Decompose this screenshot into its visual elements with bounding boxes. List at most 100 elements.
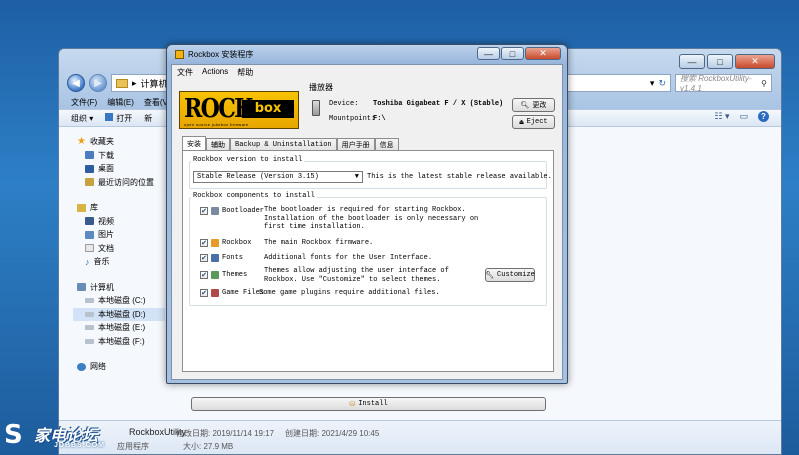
component-bootloader[interactable]: ✔ Bootloader <box>200 207 264 215</box>
open-button[interactable]: 打开 <box>105 112 132 124</box>
refresh-icon[interactable]: ↻ <box>658 78 666 89</box>
eject-icon: ⏏ <box>519 118 524 127</box>
component-desc: Additional fonts for the User Interface. <box>264 254 433 262</box>
component-name: Bootloader <box>222 207 265 215</box>
checkbox-checked[interactable]: ✔ <box>200 271 208 279</box>
dialog-maximize-button[interactable]: □ <box>501 47 524 60</box>
component-rockbox[interactable]: ✔ Rockbox <box>200 239 264 247</box>
minimize-button[interactable]: — <box>679 54 705 69</box>
preview-pane-icon[interactable]: ▭ <box>739 111 748 122</box>
change-label: 更改 <box>532 102 547 110</box>
nav-drive-d[interactable]: 本地磁盘 (D:) <box>73 307 165 321</box>
nav-label: 最近访问的位置 <box>98 177 154 187</box>
recent-places-icon <box>85 178 94 187</box>
checkbox-checked[interactable]: ✔ <box>200 207 208 215</box>
checkbox-checked[interactable]: ✔ <box>200 289 208 297</box>
maximize-button[interactable]: □ <box>707 54 733 69</box>
player-device-icon <box>312 100 320 116</box>
install-tab-panel: Rockbox version to install Stable Releas… <box>182 150 554 411</box>
nav-favorites[interactable]: ★ 收藏夹 <box>77 135 165 149</box>
eject-button[interactable]: ⏏ Eject <box>512 115 555 129</box>
component-desc: Themes allow adjusting the user interfac… <box>264 267 449 284</box>
nav-label: 视频 <box>98 216 114 226</box>
dialog-menu-actions[interactable]: Actions <box>202 67 228 78</box>
component-game-files[interactable]: ✔ Game Files <box>200 289 264 297</box>
breadcrumb-computer[interactable]: 计算机 <box>141 77 168 90</box>
menu-file[interactable]: 文件(F) <box>71 97 97 108</box>
close-button[interactable]: ✕ <box>735 54 775 69</box>
install-button[interactable]: ⛁ Install <box>191 397 546 411</box>
checkbox-checked[interactable]: ✔ <box>200 254 208 262</box>
nav-libraries[interactable]: 库 <box>77 201 165 215</box>
dialog-close-button[interactable]: ✕ <box>525 47 561 60</box>
nav-drive-c[interactable]: 本地磁盘 (C:) <box>77 294 165 308</box>
dialog-menubar: 文件 Actions 帮助 <box>177 67 253 78</box>
details-created: 创建日期: 2021/4/29 10:45 <box>285 429 380 438</box>
player-label: 播放器 <box>309 83 333 92</box>
nav-drive-e[interactable]: 本地磁盘 (E:) <box>77 321 165 335</box>
folder-icon <box>116 78 128 88</box>
view-icon[interactable]: ☷ ▾ <box>714 111 729 122</box>
nav-music[interactable]: ♪ 音乐 <box>77 255 165 269</box>
documents-icon <box>85 244 94 253</box>
component-fonts[interactable]: ✔ Fonts <box>200 254 264 262</box>
version-select[interactable]: Stable Release (Version 3.15) ▼ <box>193 171 363 183</box>
nav-pictures[interactable]: 图片 <box>77 228 165 242</box>
app-icon <box>105 112 114 121</box>
rockbox-logo: ROCK box open source jukebox firmware <box>179 91 299 129</box>
view-controls: ☷ ▾ ▭ ? <box>714 111 769 122</box>
rockbox-app-icon <box>175 50 184 59</box>
tab-install[interactable]: 安装 <box>182 136 206 150</box>
dialog-body: 文件 Actions 帮助 ROCK box open source jukeb… <box>171 64 563 411</box>
game-files-icon <box>211 289 219 297</box>
nav-label: 网络 <box>90 362 106 372</box>
magnifier-icon: 🔍︎ <box>520 101 530 110</box>
search-input[interactable]: 搜索 RockboxUtility-v1.4.1 ⚲ <box>675 74 772 93</box>
device-label: Device: <box>329 100 359 108</box>
nav-recent[interactable]: 最近访问的位置 <box>77 176 165 190</box>
nav-label: 本地磁盘 (D:) <box>98 309 146 319</box>
nav-label: 本地磁盘 (F:) <box>98 336 145 346</box>
nav-drive-f[interactable]: 本地磁盘 (F:) <box>77 335 165 349</box>
library-icon <box>77 203 86 212</box>
dialog-minimize-button[interactable]: — <box>477 47 500 60</box>
component-desc: The main Rockbox firmware. <box>264 239 374 247</box>
dialog-menu-file[interactable]: 文件 <box>177 67 193 78</box>
menu-edit[interactable]: 编辑(E) <box>107 97 134 108</box>
downloads-icon <box>85 151 94 160</box>
nav-computer[interactable]: 计算机 <box>77 281 165 295</box>
search-icon[interactable]: ⚲ <box>761 79 767 88</box>
tab-accessibility[interactable]: 辅助 <box>206 138 230 150</box>
tab-manual[interactable]: 用户手册 <box>336 138 375 150</box>
bootloader-icon <box>211 207 219 215</box>
organize-button[interactable]: 组织 ▾ <box>71 113 93 124</box>
nav-network[interactable]: 网络 <box>77 360 165 374</box>
forward-button[interactable]: ▶ <box>89 74 107 92</box>
nav-label: 库 <box>90 203 98 213</box>
nav-desktop[interactable]: 桌面 <box>77 162 165 176</box>
nav-videos[interactable]: 视频 <box>77 215 165 229</box>
dropdown-arrow-icon[interactable]: ▾ <box>650 78 655 89</box>
checkbox-checked[interactable]: ✔ <box>200 239 208 247</box>
rockbox-dialog: Rockbox 安装程序 — □ ✕ 文件 Actions 帮助 ROCK bo… <box>166 44 568 411</box>
back-button[interactable]: ◀ <box>67 74 85 92</box>
change-device-button[interactable]: 🔍︎ 更改 <box>512 98 555 112</box>
install-label: Install <box>358 400 388 408</box>
dialog-menu-help[interactable]: 帮助 <box>237 67 253 78</box>
tab-backup-uninstall[interactable]: Backup & Uninstallation <box>230 138 337 150</box>
drive-icon <box>85 311 94 317</box>
dialog-title: Rockbox 安装程序 <box>188 50 254 59</box>
tab-info[interactable]: 信息 <box>374 138 399 150</box>
mountpoint-label: Mountpoint: <box>329 115 376 123</box>
star-icon: ★ <box>77 136 86 148</box>
component-themes[interactable]: ✔ Themes <box>200 271 264 279</box>
help-icon[interactable]: ? <box>758 111 769 122</box>
mountpoint-value: F:\ <box>373 115 386 123</box>
drive-icon <box>85 338 94 344</box>
nav-documents[interactable]: 文档 <box>77 242 165 256</box>
nav-label: 本地磁盘 (C:) <box>98 296 146 306</box>
nav-downloads[interactable]: 下载 <box>77 149 165 163</box>
details-pane: RockboxUtility 应用程序 修改日期: 2019/11/14 19:… <box>59 420 781 454</box>
more-button[interactable]: 新 <box>144 113 152 124</box>
customize-button[interactable]: 🔧︎ Customize <box>485 268 535 282</box>
